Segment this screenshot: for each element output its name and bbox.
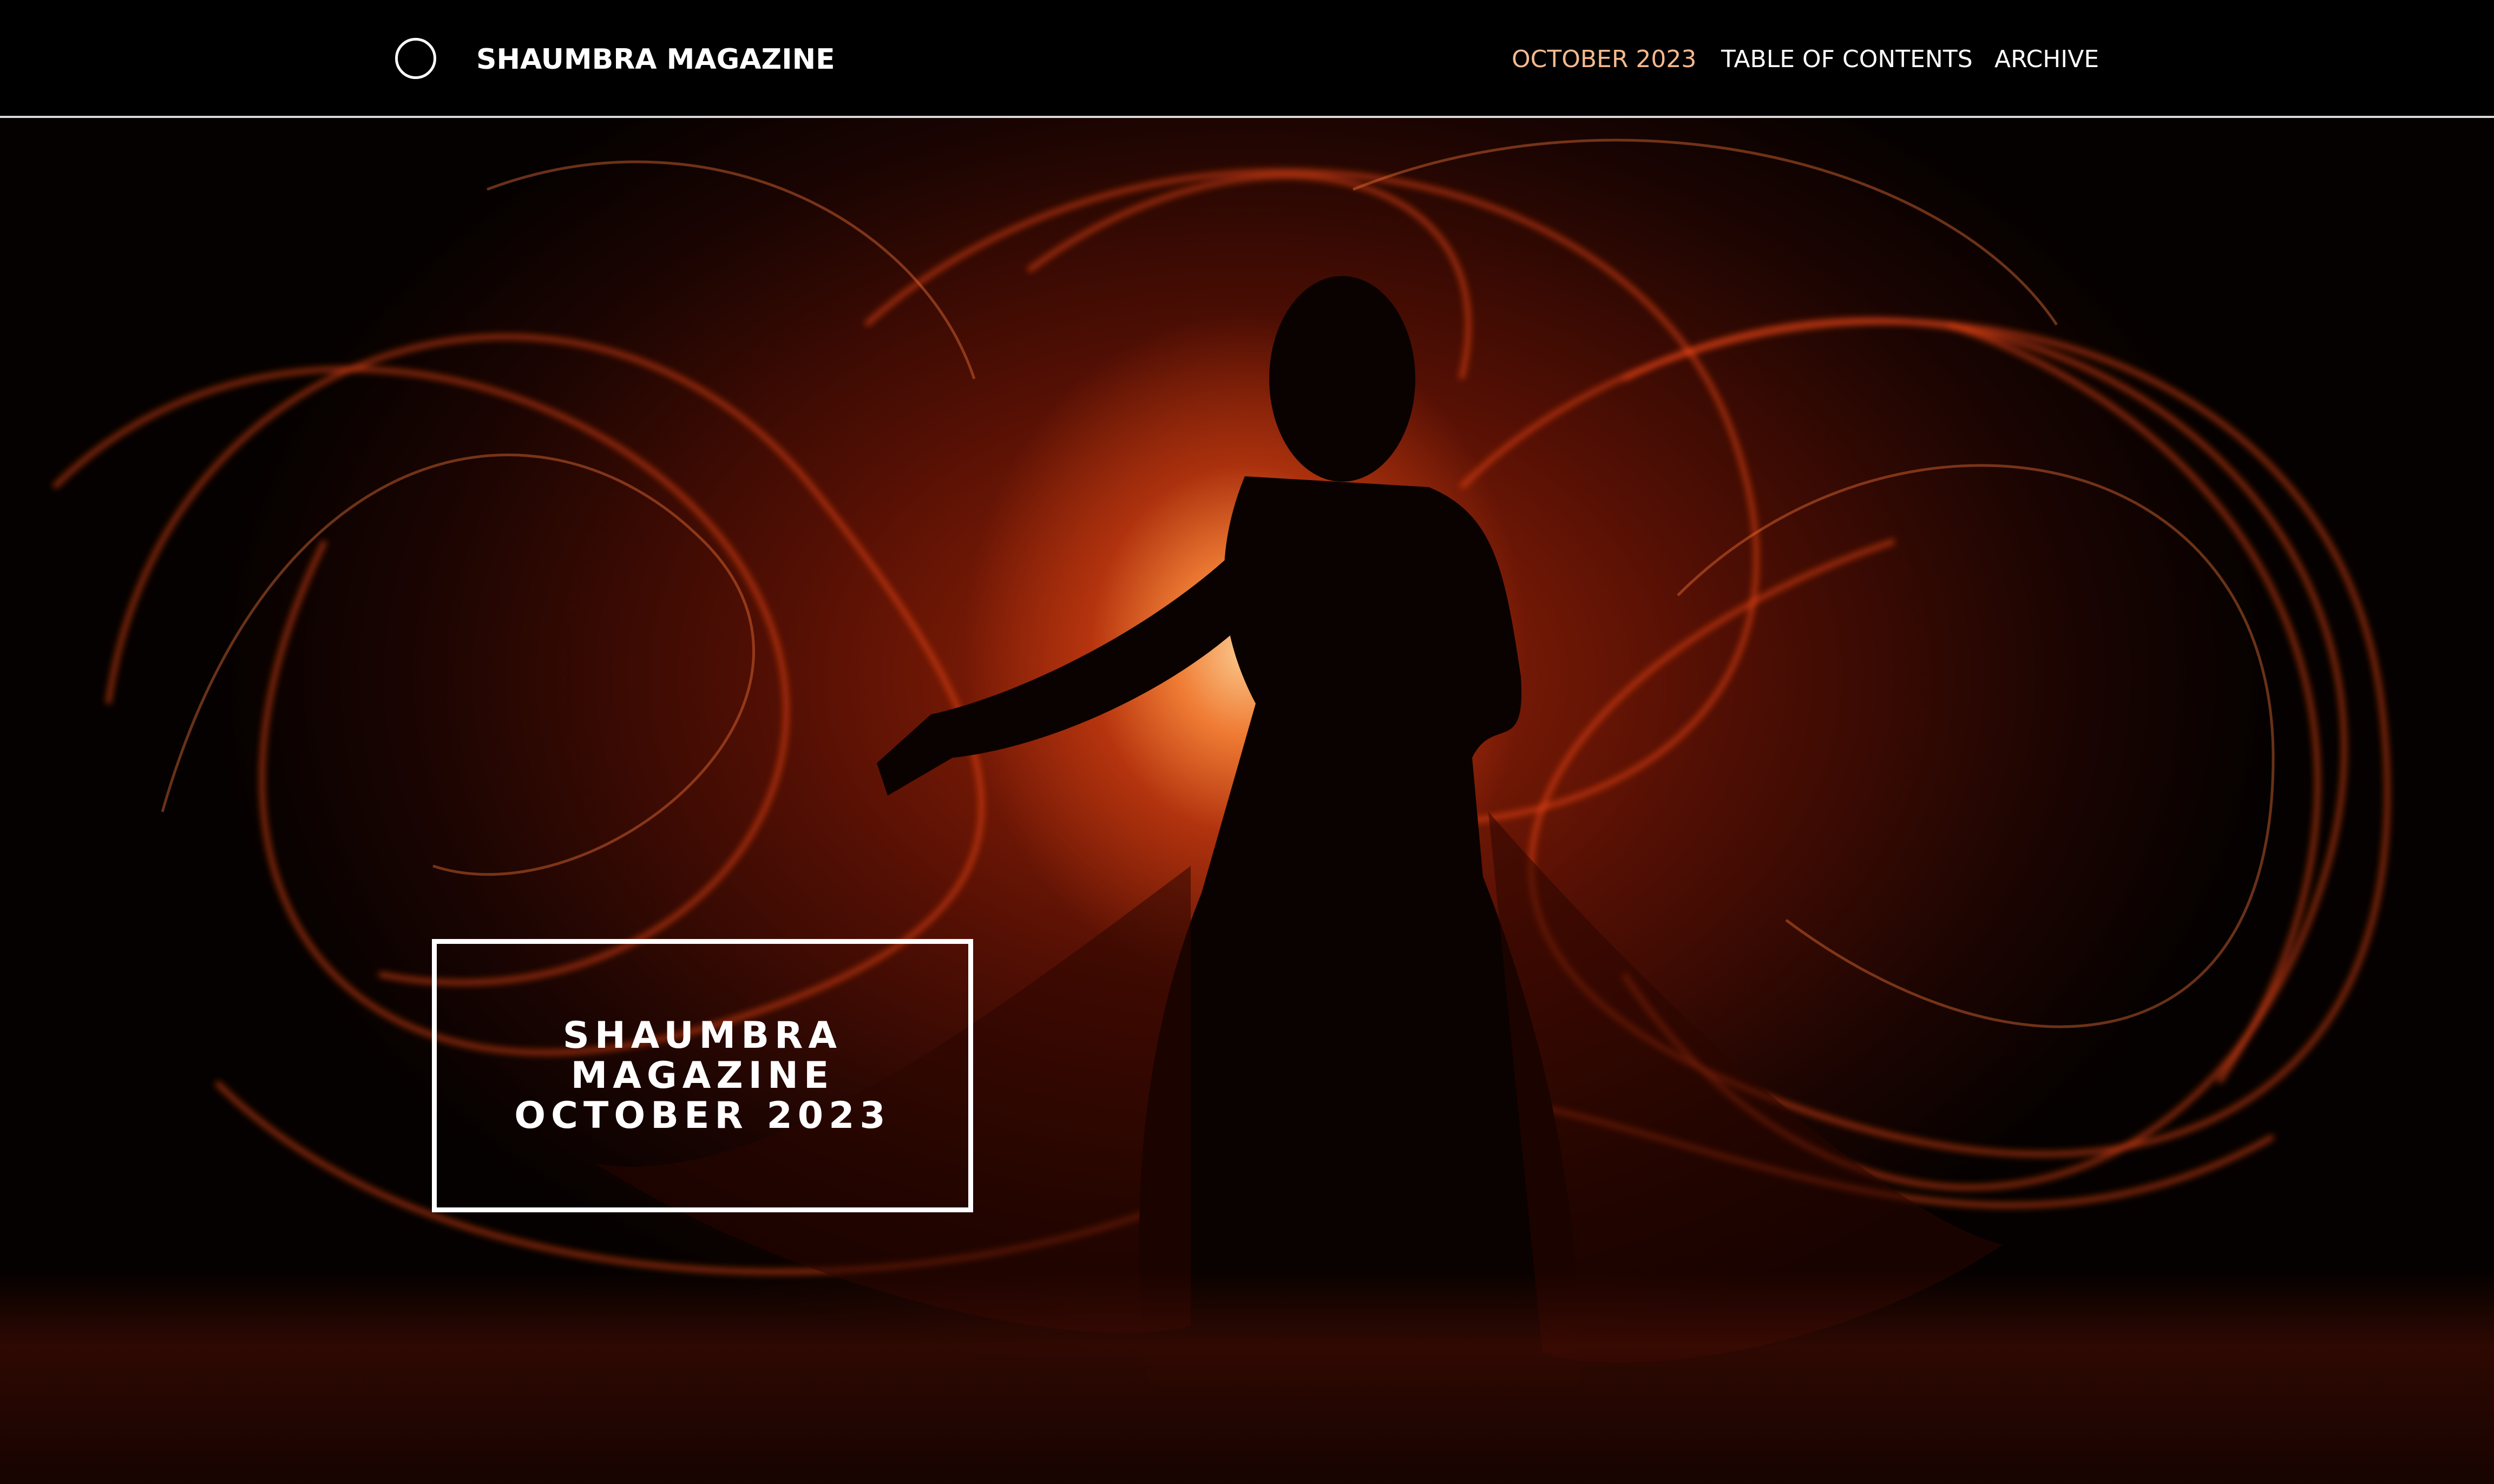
top-navbar: SHAUMBRA MAGAZINE OCTOBER 2023 TABLE OF … — [0, 0, 2494, 118]
hero-title-line: SHAUMBRA — [562, 1014, 843, 1057]
nav-table-of-contents[interactable]: TABLE OF CONTENTS — [1721, 39, 1973, 80]
hero-title: SHAUMBRA MAGAZINE OCTOBER 2023 — [514, 1014, 891, 1137]
hero-title-box: SHAUMBRA MAGAZINE OCTOBER 2023 — [432, 939, 973, 1212]
hero-title-line: OCTOBER 2023 — [514, 1094, 891, 1137]
floor-shadow — [0, 1272, 2494, 1484]
hero-background-image — [0, 0, 2494, 1484]
light-swirls — [52, 139, 2390, 1385]
nav-october-2023[interactable]: OCTOBER 2023 — [1512, 39, 1696, 80]
hero-title-line: MAGAZINE — [570, 1054, 835, 1097]
site-title[interactable]: SHAUMBRA MAGAZINE — [476, 39, 835, 80]
nav-archive[interactable]: ARCHIVE — [1994, 39, 2099, 80]
circle-logo-icon[interactable] — [395, 38, 436, 79]
